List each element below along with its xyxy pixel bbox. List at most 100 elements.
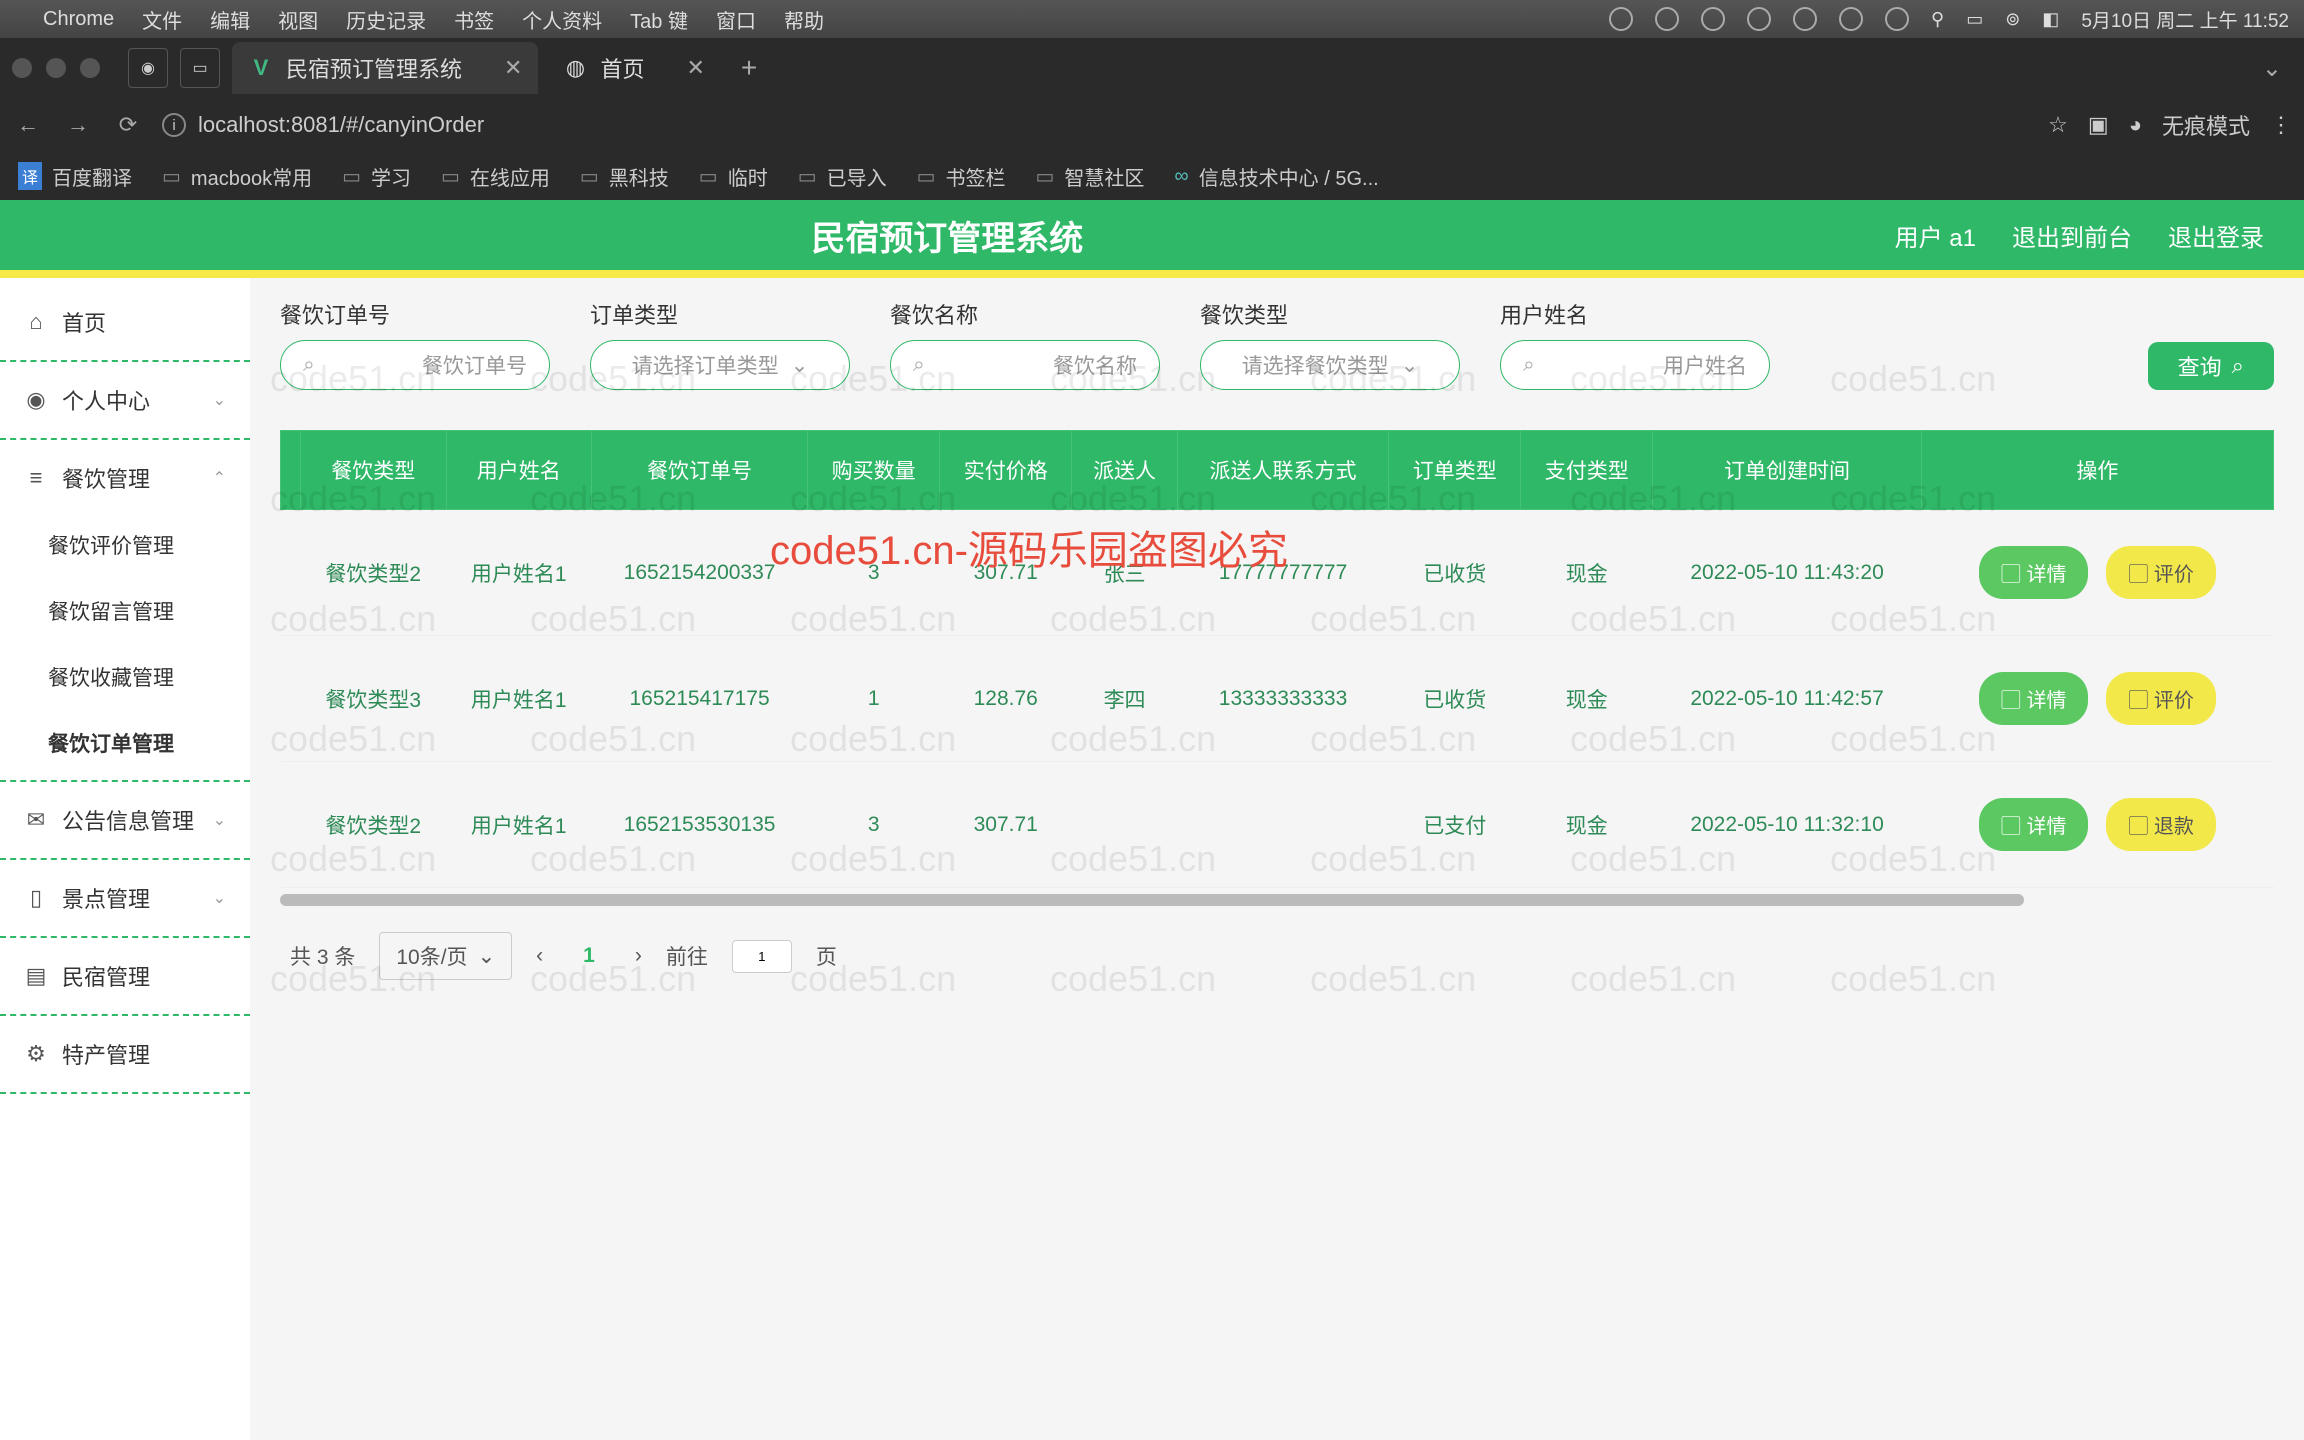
site-info-icon[interactable]: i: [162, 113, 186, 137]
cell-status: 已收货: [1389, 510, 1521, 636]
window-traffic-lights[interactable]: [12, 58, 100, 78]
battery-icon[interactable]: ▭: [1966, 9, 1983, 30]
cell-type: 餐饮类型2: [301, 510, 447, 636]
sidebar-item-catering[interactable]: ≡ 餐饮管理 ⌃: [0, 444, 250, 512]
sidebar-item-catering-order[interactable]: 餐饮订单管理: [0, 710, 250, 776]
sidebar-item-label: 景点管理: [62, 882, 150, 914]
catering-type-select[interactable]: 请选择餐饮类型 ⌄: [1200, 340, 1460, 390]
incognito-icon[interactable]: ◕: [2129, 112, 2142, 138]
app-name[interactable]: Chrome: [43, 8, 114, 31]
control-center-icon[interactable]: ◧: [2042, 9, 2059, 30]
col-user: 用户姓名: [446, 431, 592, 510]
search-icon: ⌕: [913, 353, 925, 377]
query-button[interactable]: 查询 ⌕: [2148, 342, 2274, 390]
status-icon[interactable]: [1793, 7, 1817, 31]
sidebar-item-personal[interactable]: ◉ 个人中心 ⌄: [0, 366, 250, 434]
bookmark-item[interactable]: ▭智慧社区: [1036, 162, 1145, 191]
url-field[interactable]: i localhost:8081/#/canyinOrder: [162, 112, 2030, 138]
placeholder: 请选择订单类型: [632, 350, 779, 380]
cell-price: 307.71: [940, 510, 1072, 636]
order-type-select[interactable]: 请选择订单类型 ⌄: [590, 340, 850, 390]
cell-courier: [1072, 762, 1178, 888]
cell-qty: 1: [808, 636, 940, 762]
divider: [0, 1092, 250, 1094]
menu-bookmarks[interactable]: 书签: [454, 5, 494, 34]
star-icon[interactable]: ☆: [2048, 112, 2068, 138]
forward-button[interactable]: →: [62, 112, 94, 138]
tab-list-icon[interactable]: ▭: [180, 48, 220, 88]
menu-icon[interactable]: ⋮: [2270, 112, 2292, 138]
sidebar-item-catering-favorite[interactable]: 餐饮收藏管理: [0, 644, 250, 710]
status-icon[interactable]: [1839, 7, 1863, 31]
sidebar-item-announce[interactable]: ✉ 公告信息管理 ⌄: [0, 786, 250, 854]
user-label[interactable]: 用户 a1: [1895, 218, 1976, 253]
status-icon[interactable]: [1747, 7, 1771, 31]
bookmark-item[interactable]: 译百度翻译: [18, 162, 132, 191]
sidebar-item-homestay[interactable]: ▤ 民宿管理: [0, 942, 250, 1010]
sidebar-item-catering-comment[interactable]: 餐饮留言管理: [0, 578, 250, 644]
sidebar-item-home[interactable]: ⌂ 首页: [0, 288, 250, 356]
current-page[interactable]: 1: [567, 944, 611, 968]
username-input[interactable]: ⌕ 用户姓名: [1500, 340, 1770, 390]
logout-link[interactable]: 退出登录: [2168, 218, 2264, 253]
menu-profiles[interactable]: 个人资料: [522, 5, 602, 34]
secondary-button[interactable]: ▢ 评价: [2106, 672, 2216, 725]
reload-button[interactable]: ⟳: [112, 112, 144, 138]
vue-icon: V: [248, 55, 274, 81]
sidebar-item-label: 特产管理: [62, 1038, 150, 1070]
close-icon[interactable]: ✕: [504, 55, 522, 81]
bookmark-item[interactable]: ▭黑科技: [580, 162, 669, 191]
status-icon[interactable]: [1655, 7, 1679, 31]
back-button[interactable]: ←: [12, 112, 44, 138]
page-size-select[interactable]: 10条/页 ⌄: [379, 932, 512, 980]
detail-button[interactable]: ▢ 详情: [1979, 672, 2089, 725]
watermark-text: code51.cn: [1830, 278, 1996, 280]
url-text: localhost:8081/#/canyinOrder: [198, 112, 484, 138]
new-tab-button[interactable]: +: [741, 52, 757, 84]
order-no-input[interactable]: ⌕ 餐饮订单号: [280, 340, 550, 390]
menu-tab[interactable]: Tab 键: [630, 5, 688, 34]
to-front-link[interactable]: 退出到前台: [2012, 218, 2132, 253]
menu-file[interactable]: 文件: [142, 5, 182, 34]
bookmark-item[interactable]: ▭macbook常用: [162, 162, 312, 191]
horizontal-scrollbar[interactable]: [280, 894, 2024, 906]
panel-icon[interactable]: ▣: [2088, 112, 2109, 138]
status-icon[interactable]: [1701, 7, 1725, 31]
menu-help[interactable]: 帮助: [784, 5, 824, 34]
app-title: 民宿预订管理系统: [0, 211, 1895, 260]
browser-tab-1[interactable]: V 民宿预订管理系统 ✕: [232, 42, 538, 94]
catering-name-input[interactable]: ⌕ 餐饮名称: [890, 340, 1160, 390]
tab-title: 首页: [600, 52, 644, 84]
bookmark-item[interactable]: ▭临时: [699, 162, 768, 191]
menu-view[interactable]: 视图: [278, 5, 318, 34]
sidebar-item-catering-review[interactable]: 餐饮评价管理: [0, 512, 250, 578]
status-icon[interactable]: [1609, 7, 1633, 31]
bookmark-item[interactable]: ▭在线应用: [441, 162, 550, 191]
secondary-button[interactable]: ▢ 退款: [2106, 798, 2216, 851]
bluetooth-icon[interactable]: ⚲: [1931, 9, 1944, 30]
bookmark-item[interactable]: ▭已导入: [798, 162, 887, 191]
bookmark-item[interactable]: ∞信息技术中心 / 5G...: [1174, 162, 1378, 191]
secondary-button[interactable]: ▢ 评价: [2106, 546, 2216, 599]
menu-window[interactable]: 窗口: [716, 5, 756, 34]
pagination: 共 3 条 10条/页 ⌄ ‹ 1 › 前往 页: [280, 912, 2274, 1000]
wifi-icon[interactable]: ⊚: [2005, 9, 2020, 30]
bookmark-item[interactable]: ▭学习: [342, 162, 411, 191]
filter-label: 订单类型: [590, 298, 850, 330]
next-page[interactable]: ›: [635, 944, 642, 968]
menu-edit[interactable]: 编辑: [210, 5, 250, 34]
tab-search-icon[interactable]: ◉: [128, 48, 168, 88]
goto-input[interactable]: [732, 940, 792, 973]
browser-tab-2[interactable]: ◍ 首页 ✕: [546, 42, 720, 94]
bookmark-item[interactable]: ▭书签栏: [917, 162, 1006, 191]
tab-overflow-icon[interactable]: ⌄: [2262, 54, 2292, 83]
detail-button[interactable]: ▢ 详情: [1979, 798, 2089, 851]
sidebar-item-specialty[interactable]: ⚙ 特产管理: [0, 1020, 250, 1088]
detail-button[interactable]: ▢ 详情: [1979, 546, 2089, 599]
clock[interactable]: 5月10日 周二 上午 11:52: [2081, 6, 2289, 33]
status-icon[interactable]: [1885, 7, 1909, 31]
close-icon[interactable]: ✕: [686, 55, 704, 81]
menu-history[interactable]: 历史记录: [346, 5, 426, 34]
sidebar-item-spot[interactable]: ▯ 景点管理 ⌄: [0, 864, 250, 932]
prev-page[interactable]: ‹: [536, 944, 543, 968]
